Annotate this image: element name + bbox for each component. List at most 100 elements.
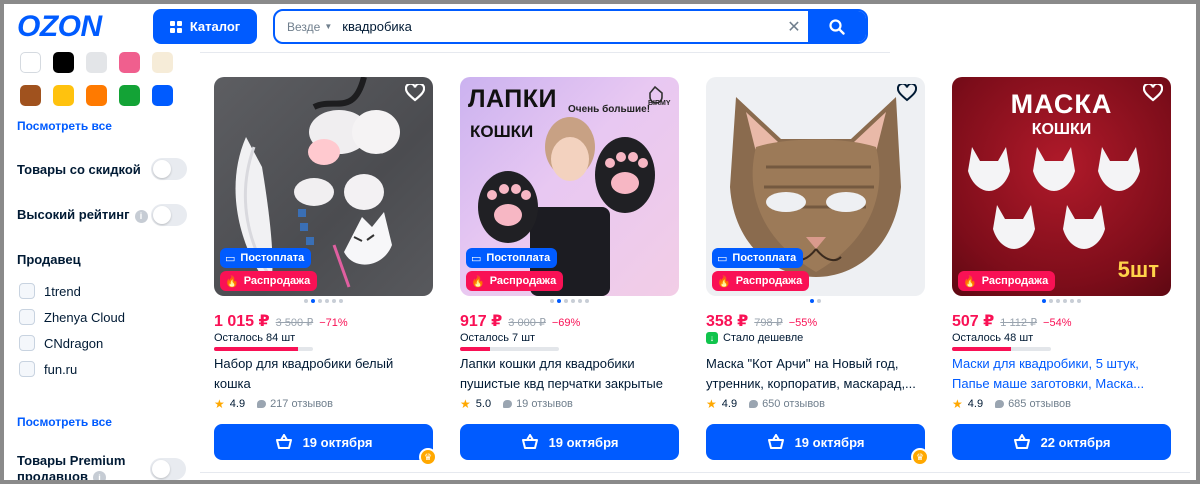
product-card[interactable]: ЛАПКИ КОШКИ Очень большие! BIRMY ▭ Постоп… bbox=[460, 77, 679, 460]
premium-toggle[interactable] bbox=[150, 458, 186, 480]
rating-row: ★ 4.9 685 отзывов bbox=[952, 397, 1071, 411]
checkbox[interactable] bbox=[19, 283, 35, 299]
basket-icon bbox=[1013, 434, 1030, 449]
checkbox[interactable] bbox=[19, 309, 35, 325]
info-icon[interactable]: i bbox=[134, 209, 148, 223]
product-name[interactable]: Маски для квадробики, 5 штук, Папье маше… bbox=[952, 354, 1167, 394]
fire-icon: 🔥 bbox=[225, 275, 239, 288]
basket-icon bbox=[275, 434, 292, 449]
badge-label: Постоплата bbox=[486, 252, 551, 264]
discount-percent: −71% bbox=[319, 317, 348, 329]
seller-label: fun.ru bbox=[44, 361, 78, 377]
stock-left: Осталось 48 шт bbox=[952, 332, 1034, 344]
product-image[interactable]: ЛАПКИ КОШКИ Очень большие! BIRMY ▭ Постоп… bbox=[460, 77, 679, 296]
postpay-badge: ▭ Постоплата bbox=[220, 248, 312, 268]
fire-icon: 🔥 bbox=[471, 275, 485, 288]
stock-progress bbox=[214, 347, 313, 351]
product-image[interactable]: ▭ Постоплата 🔥 Распродажа bbox=[706, 77, 925, 296]
image-pager-dots bbox=[952, 299, 1171, 303]
rating-row: ★ 4.9 650 отзывов bbox=[706, 397, 825, 411]
color-swatch[interactable] bbox=[152, 85, 173, 106]
color-swatch[interactable] bbox=[20, 85, 41, 106]
search-input[interactable] bbox=[342, 11, 780, 42]
color-swatch[interactable] bbox=[152, 52, 173, 73]
old-price: 3 000 ₽ bbox=[508, 317, 546, 329]
brand-logo: BIRMY bbox=[648, 100, 671, 107]
seller-checkbox[interactable]: 1trend bbox=[19, 283, 81, 299]
rating-toggle[interactable] bbox=[151, 204, 187, 226]
show-all-colors-link[interactable]: Посмотреть все bbox=[17, 119, 112, 133]
add-to-cart-button[interactable]: 19 октября bbox=[706, 424, 925, 460]
catalog-label: Каталог bbox=[189, 19, 241, 34]
stock-left: Осталось 84 шт bbox=[214, 332, 296, 344]
product-card[interactable]: ▭ Постоплата 🔥 Распродажа 358 ₽ 798 ₽ −55%… bbox=[706, 77, 929, 466]
color-swatch[interactable] bbox=[20, 52, 41, 73]
fire-icon: 🔥 bbox=[963, 275, 977, 288]
price-dropped-text: Стало дешевле bbox=[723, 332, 804, 344]
show-all-sellers-link[interactable]: Посмотреть все bbox=[17, 415, 112, 429]
product-name[interactable]: Набор для квадробики белый кошка bbox=[214, 354, 429, 394]
search-icon bbox=[829, 18, 845, 35]
heart-icon[interactable] bbox=[1143, 84, 1163, 102]
add-to-cart-button[interactable]: 22 октября bbox=[952, 424, 1171, 460]
product-card[interactable]: МАСКА КОШКИ 5шт 🔥 Распродажа 507 ₽ 1 112 … bbox=[952, 77, 1171, 460]
checkbox[interactable] bbox=[19, 335, 35, 351]
catalog-button[interactable]: Каталог bbox=[153, 9, 257, 44]
reviews-count[interactable]: 650 отзывов bbox=[762, 398, 825, 410]
reviews-count[interactable]: 685 отзывов bbox=[1008, 398, 1071, 410]
color-swatch[interactable] bbox=[119, 85, 140, 106]
seller-checkbox[interactable]: fun.ru bbox=[19, 361, 77, 377]
clear-icon[interactable]: ✕ bbox=[780, 17, 808, 37]
product-image[interactable]: ▭ Постоплата 🔥 Распродажа bbox=[214, 77, 433, 296]
add-to-cart-button[interactable]: 19 октября bbox=[460, 424, 679, 460]
seller-label: Zhenya Cloud bbox=[44, 309, 125, 325]
old-price: 3 500 ₽ bbox=[275, 317, 314, 329]
discount-percent: −55% bbox=[788, 317, 818, 329]
image-subtitle: КОШКИ bbox=[470, 122, 534, 141]
product-card[interactable]: ▭ Постоплата 🔥 Распродажа 1 015 ₽ 3 500 ₽ … bbox=[214, 77, 437, 466]
current-price: 358 ₽ bbox=[706, 313, 749, 330]
discount-toggle[interactable] bbox=[151, 158, 187, 180]
postpay-badge: ▭ Постоплата bbox=[712, 248, 804, 268]
product-name[interactable]: Маска "Кот Арчи" на Новый год, утренник,… bbox=[706, 354, 921, 394]
color-swatch[interactable] bbox=[53, 52, 74, 73]
image-title: МАСКА bbox=[1010, 89, 1113, 119]
search-scope-select[interactable]: Везде ▼ bbox=[275, 20, 342, 34]
chevron-down-icon: ▼ bbox=[324, 22, 333, 31]
info-icon[interactable]: i bbox=[92, 471, 106, 484]
reviews-count[interactable]: 19 отзывов bbox=[516, 398, 573, 410]
color-swatch[interactable] bbox=[119, 52, 140, 73]
image-subtitle: КОШКИ bbox=[1031, 121, 1092, 138]
color-swatch[interactable] bbox=[53, 85, 74, 106]
color-swatch[interactable] bbox=[86, 85, 107, 106]
rating-filter-label: Высокий рейтинг bbox=[17, 207, 130, 223]
stock-left: Осталось 7 шт bbox=[460, 332, 536, 344]
image-pager-dots bbox=[460, 299, 679, 303]
arrow-down-icon: ↓ bbox=[706, 332, 718, 344]
add-to-cart-button[interactable]: 19 октября bbox=[214, 424, 433, 460]
star-icon: ★ bbox=[460, 397, 471, 411]
comment-icon bbox=[503, 400, 513, 408]
search-bar: Везде ▼ ✕ bbox=[273, 9, 868, 44]
checkbox[interactable] bbox=[19, 361, 35, 377]
ozon-logo[interactable]: OZON bbox=[17, 10, 102, 44]
grid-icon bbox=[169, 20, 182, 33]
color-swatch[interactable] bbox=[86, 52, 107, 73]
grid-divider bbox=[200, 472, 1190, 473]
current-price: 507 ₽ bbox=[952, 313, 995, 330]
heart-icon[interactable] bbox=[897, 84, 917, 102]
seller-checkbox[interactable]: Zhenya Cloud bbox=[19, 309, 125, 325]
star-icon: ★ bbox=[214, 397, 225, 411]
search-scope-label: Везде bbox=[287, 19, 321, 34]
reviews-count[interactable]: 217 отзывов bbox=[270, 398, 333, 410]
price-dropped-label: ↓ Стало дешевле bbox=[706, 332, 803, 344]
image-title: ЛАПКИ bbox=[468, 85, 557, 113]
heart-icon[interactable] bbox=[405, 84, 425, 102]
product-name[interactable]: Лапки кошки для квадробики пушистые квд … bbox=[460, 354, 675, 394]
price-block: 917 ₽ 3 000 ₽ −69% bbox=[460, 311, 580, 331]
seller-checkbox[interactable]: CNdragon bbox=[19, 335, 103, 351]
product-image[interactable]: МАСКА КОШКИ 5шт 🔥 Распродажа bbox=[952, 77, 1171, 296]
image-count: 5шт bbox=[1117, 257, 1159, 282]
search-button[interactable] bbox=[808, 11, 866, 42]
price-block: 507 ₽ 1 112 ₽ −54% bbox=[952, 311, 1072, 331]
